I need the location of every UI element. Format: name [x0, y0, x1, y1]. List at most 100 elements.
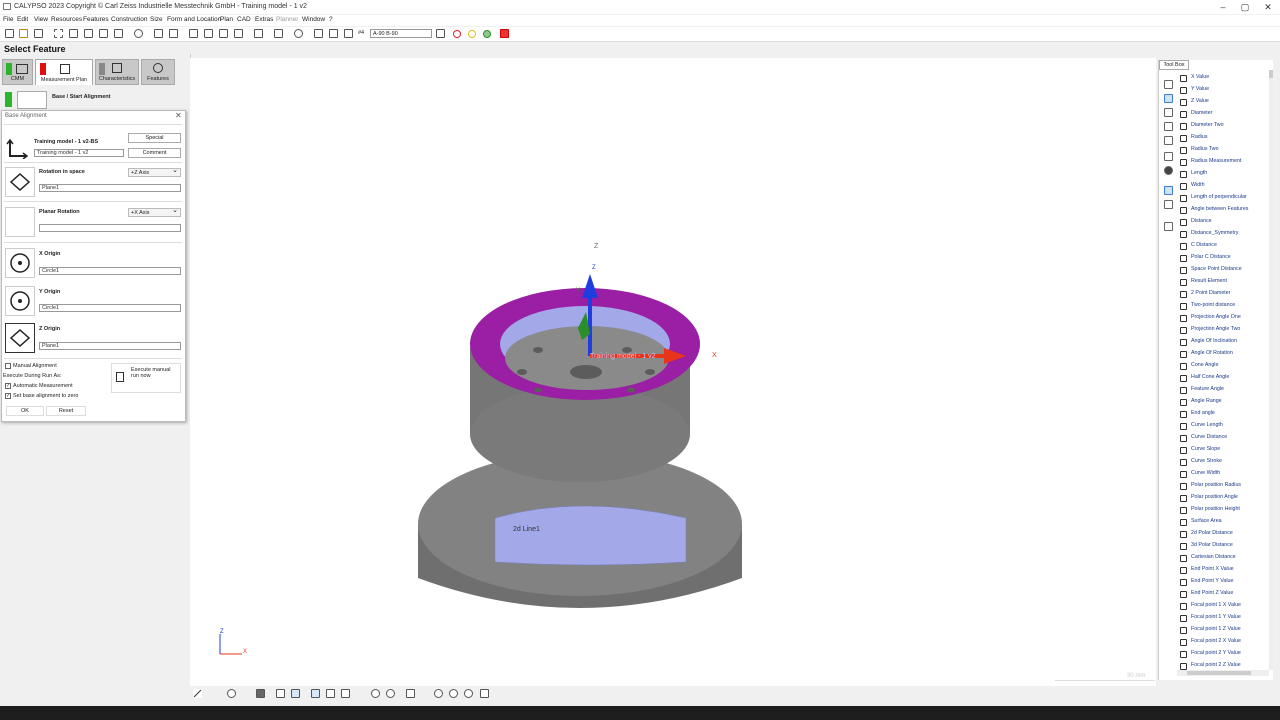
tab-cmm[interactable]: CMM — [2, 59, 33, 85]
hand-icon[interactable] — [326, 689, 335, 698]
cube-view-icon[interactable] — [406, 689, 415, 698]
toolbox-item[interactable]: Y Value — [1177, 85, 1267, 97]
gear-tool-icon[interactable] — [1164, 200, 1173, 209]
status-green-icon[interactable] — [483, 30, 491, 38]
menu-form-location[interactable]: Form and Location — [167, 16, 221, 23]
toolbox-item[interactable]: Half Cone Angle — [1177, 373, 1267, 385]
print-icon[interactable] — [189, 29, 198, 38]
special-button[interactable]: Special — [128, 133, 181, 143]
menu-edit[interactable]: Edit — [17, 16, 28, 23]
zoom-fit-icon[interactable] — [464, 689, 473, 698]
curve-tool-icon[interactable] — [1164, 186, 1173, 195]
menu-help[interactable]: ? — [329, 16, 333, 23]
toolbox-item[interactable]: Curve Length — [1177, 421, 1267, 433]
toolbox-item[interactable]: End Point Y Value — [1177, 577, 1267, 589]
undo-view-icon[interactable] — [386, 689, 395, 698]
rotation-feature-field[interactable]: Plane1 — [39, 184, 181, 192]
toolbox-item[interactable]: 3d Polar Distance — [1177, 541, 1267, 553]
reset-button[interactable]: Reset — [46, 406, 86, 416]
rotate-view-icon[interactable] — [276, 689, 285, 698]
zorigin-feature-box[interactable] — [5, 323, 35, 353]
special-tool-icon[interactable] — [1164, 166, 1173, 175]
profile-tool-icon[interactable] — [1164, 152, 1173, 161]
menu-features[interactable]: Features — [83, 16, 109, 23]
execute-manual-button[interactable]: Execute manual run now — [111, 363, 181, 393]
toolbox-item[interactable]: Diameter Two — [1177, 121, 1267, 133]
minimize-button[interactable]: – — [1212, 1, 1234, 13]
close-icon[interactable]: ✕ — [175, 111, 182, 120]
edit-icon[interactable] — [99, 29, 108, 38]
toolbox-item[interactable]: Space Point Distance — [1177, 265, 1267, 277]
probe-icon[interactable] — [114, 29, 123, 38]
tab-measurement-plan[interactable]: Measurement Plan — [35, 59, 93, 85]
protocol-icon[interactable] — [254, 29, 263, 38]
paste-icon[interactable] — [84, 29, 93, 38]
line-tool-icon[interactable] — [193, 689, 202, 698]
report-icon[interactable] — [234, 29, 243, 38]
toolbox-item[interactable]: Diameter — [1177, 109, 1267, 121]
toolbox-item[interactable]: 2 Point Diameter — [1177, 289, 1267, 301]
xorigin-feature-box[interactable] — [5, 248, 35, 278]
menu-file[interactable]: File — [3, 16, 13, 23]
search-icon[interactable] — [134, 29, 143, 38]
tab-features[interactable]: Features — [141, 59, 175, 85]
stylus-icon[interactable] — [436, 29, 445, 38]
toolbox-item[interactable]: Curve Width — [1177, 469, 1267, 481]
toolbox-item[interactable]: Curve Distance — [1177, 433, 1267, 445]
probe-change-icon[interactable] — [344, 29, 353, 38]
toolbox-item[interactable]: Radius — [1177, 133, 1267, 145]
screenshot-icon[interactable] — [480, 689, 489, 698]
angle-select[interactable]: A-90 B-90 — [370, 29, 432, 38]
menu-cad[interactable]: CAD — [237, 16, 251, 23]
toolbox-item[interactable]: Curve Stroke — [1177, 457, 1267, 469]
menu-window[interactable]: Window — [302, 16, 325, 23]
toolbox-item[interactable]: End angle — [1177, 409, 1267, 421]
zorigin-field[interactable]: Plane1 — [39, 342, 181, 350]
menu-size[interactable]: Size — [150, 16, 163, 23]
status-yellow-icon[interactable] — [468, 30, 476, 38]
menu-resources[interactable]: Resources — [51, 16, 82, 23]
toolbox-item[interactable]: Width — [1177, 181, 1267, 193]
table-icon[interactable] — [219, 29, 228, 38]
toolbox-item[interactable]: Angle Of Inclination — [1177, 337, 1267, 349]
angle-tool-icon[interactable] — [1164, 108, 1173, 117]
coordinate-tool-icon[interactable] — [1164, 80, 1173, 89]
toolbox-item[interactable]: Projection Angle Two — [1177, 325, 1267, 337]
toolbox-item[interactable]: Cone Angle — [1177, 361, 1267, 373]
manual-alignment-checkbox[interactable] — [5, 363, 11, 369]
zoom-in-icon[interactable] — [449, 689, 458, 698]
save-icon[interactable] — [34, 29, 43, 38]
circle-tool-icon[interactable] — [227, 689, 236, 698]
toolbox-item[interactable]: Focal point 1 Z Value — [1177, 625, 1267, 637]
export-icon[interactable] — [274, 29, 283, 38]
alignment-node-label[interactable]: Base / Start Alignment — [52, 94, 110, 100]
toolbox-item[interactable]: Angle Of Rotation — [1177, 349, 1267, 361]
toolbox-item[interactable]: Angle between Features — [1177, 205, 1267, 217]
toolbox-item[interactable]: Two-point distance — [1177, 301, 1267, 313]
toolbox-item[interactable]: Projection Angle One — [1177, 313, 1267, 325]
toolbox-item[interactable]: Polar position Angle — [1177, 493, 1267, 505]
align-icon[interactable] — [329, 29, 338, 38]
toolbox-item[interactable]: Polar position Height — [1177, 505, 1267, 517]
toolbox-item[interactable]: Polar C Distance — [1177, 253, 1267, 265]
planar-feature-box[interactable] — [5, 207, 35, 237]
delete-icon[interactable] — [204, 29, 213, 38]
new-icon[interactable] — [5, 29, 14, 38]
planar-axis-select[interactable]: +X Axis — [128, 207, 181, 217]
alignment-icon[interactable] — [17, 91, 47, 109]
toolbox-horizontal-scrollbar[interactable] — [1177, 670, 1269, 676]
stop-icon[interactable] — [500, 29, 509, 38]
toolbox-item[interactable]: Focal point 1 Y Value — [1177, 613, 1267, 625]
toolbox-item[interactable]: Focal point 2 Y Value — [1177, 649, 1267, 661]
solid-view-icon[interactable] — [256, 689, 265, 698]
close-button[interactable]: ✕ — [1257, 1, 1279, 13]
toolbox-item[interactable]: Length — [1177, 169, 1267, 181]
tab-characteristics[interactable]: Characteristics — [95, 59, 139, 85]
toolbox-item[interactable]: C Distance — [1177, 241, 1267, 253]
planar-feature-field[interactable] — [39, 224, 181, 232]
comment-button[interactable]: Comment — [128, 148, 181, 158]
toolbox-item[interactable]: Length of perpendicular — [1177, 193, 1267, 205]
refresh-icon[interactable] — [371, 689, 380, 698]
ok-button[interactable]: OK — [6, 406, 44, 416]
cad-viewport[interactable]: Training model - 1 v2 2d Line1 Z Z Y X Z… — [190, 58, 1156, 686]
